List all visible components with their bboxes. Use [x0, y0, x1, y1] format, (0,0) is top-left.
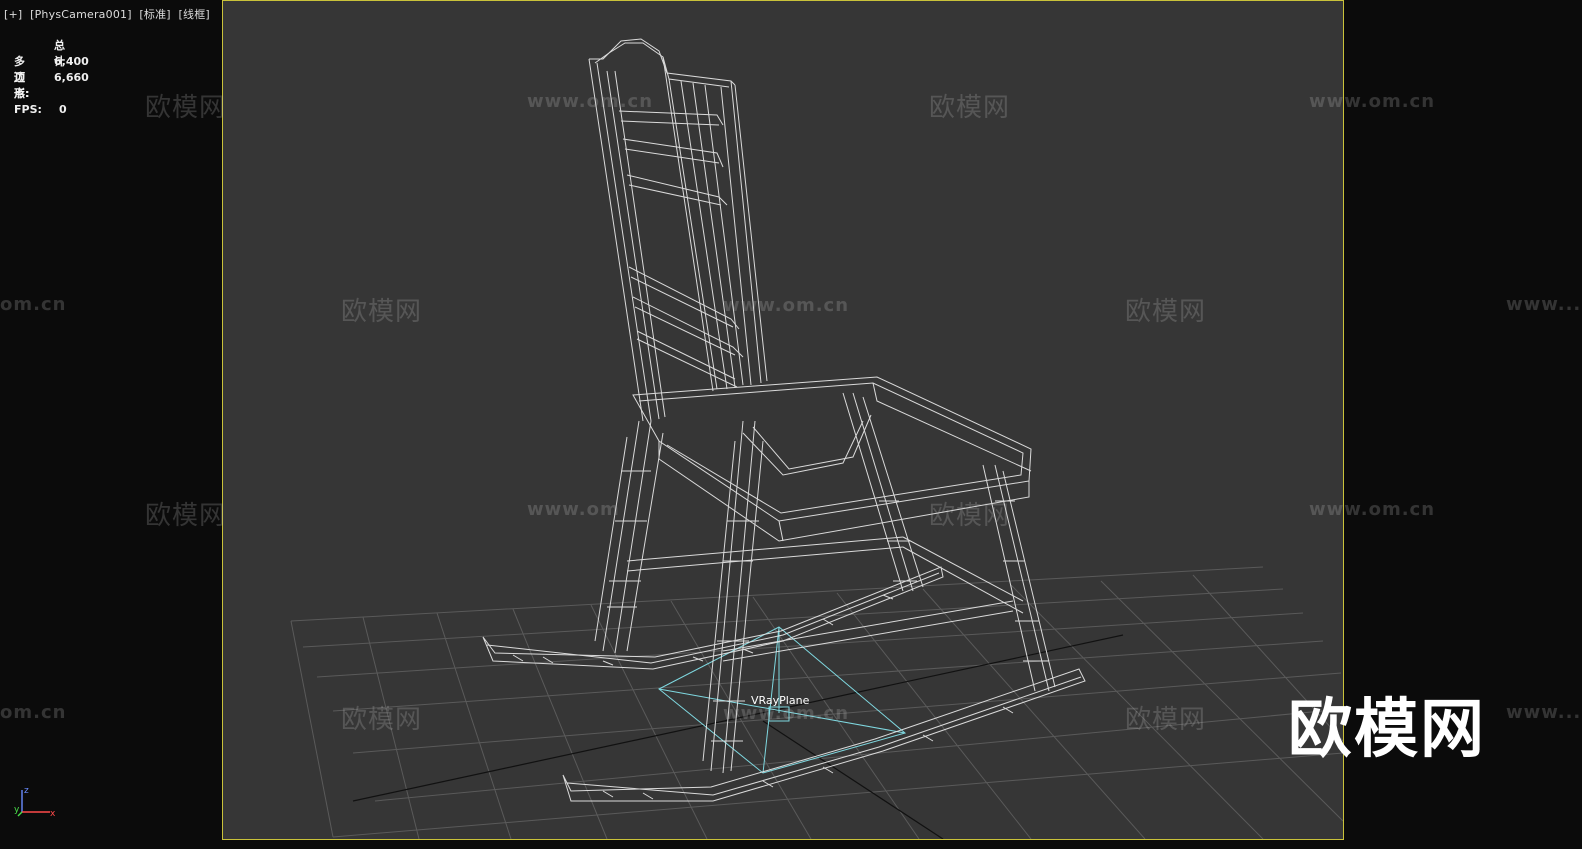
svg-text:x: x: [50, 809, 56, 819]
rocking-chair-wireframe[interactable]: [482, 38, 1086, 802]
watermark-logo: 欧模网: [145, 93, 227, 123]
watermark-url-partial: www...: [1506, 294, 1582, 315]
watermark-url-partial: www...: [1506, 702, 1582, 723]
safe-frame-viewport[interactable]: VRayPlane 欧模网 www.om.cn 欧模网 www.om.cn 欧模…: [145, 0, 1434, 840]
fps-value: 0: [59, 103, 67, 116]
viewport-camera-menu[interactable]: [PhysCamera001]: [30, 8, 132, 21]
viewport-label: [+] [PhysCamera001] [标准] [线框]: [4, 6, 214, 22]
ground-grid: [290, 566, 1343, 839]
viewport-display-mode-menu[interactable]: [线框]: [179, 8, 210, 21]
vray-plane-label: VRayPlane: [751, 694, 810, 707]
viewport-shading-menu[interactable]: [标准]: [139, 8, 170, 21]
vertices-label: 顶点:: [14, 71, 30, 100]
vertices-value: 6,660: [54, 71, 89, 84]
fps-label: FPS:: [14, 103, 42, 116]
axis-tripod-icon: z x y: [14, 786, 56, 819]
svg-text:z: z: [24, 786, 29, 796]
polygons-value: 6,400: [54, 55, 89, 68]
watermark-url-partial: om.cn: [0, 702, 67, 723]
viewport-menu-plus[interactable]: [+]: [4, 8, 22, 21]
watermark-url-partial: om.cn: [0, 294, 67, 315]
watermark-logo: 欧模网: [145, 501, 227, 531]
brand-logo-watermark: 欧模网: [1288, 693, 1486, 767]
wireframe-scene[interactable]: VRayPlane: [223, 1, 1343, 839]
svg-text:y: y: [14, 805, 20, 815]
